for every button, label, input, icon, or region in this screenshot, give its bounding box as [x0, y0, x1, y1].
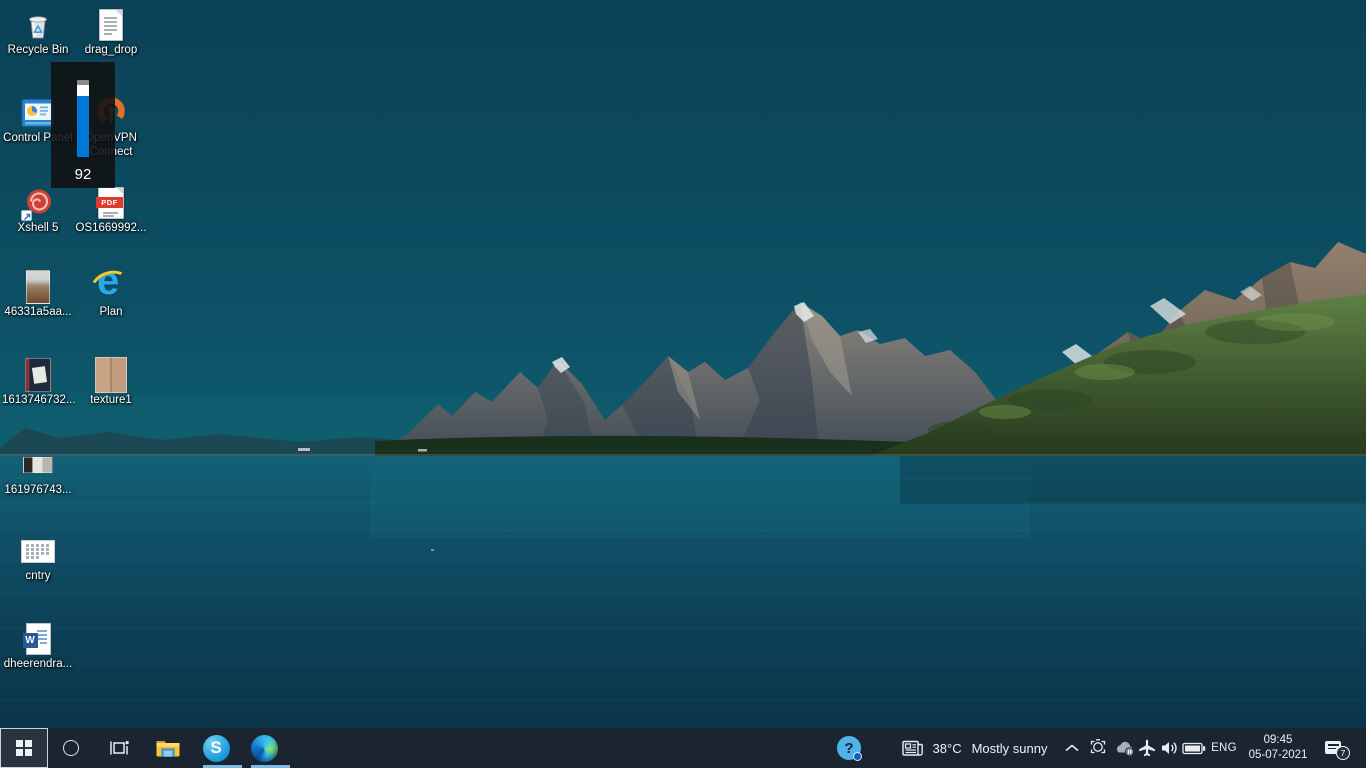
internet-explorer-icon: e	[90, 268, 132, 306]
help-info-badge	[853, 752, 862, 761]
icon-label: cntry	[2, 570, 74, 584]
tray-battery[interactable]	[1181, 728, 1207, 768]
action-center-icon: 7	[1325, 739, 1345, 757]
desktop-icon-drag-drop[interactable]: drag_drop	[73, 6, 149, 58]
desktop: Recycle Bin drag_drop Control P	[0, 0, 1366, 768]
slider-thumb[interactable]	[77, 85, 89, 96]
clock-time: 09:45	[1264, 733, 1293, 748]
desktop-icon-recycle-bin[interactable]: Recycle Bin	[0, 6, 76, 58]
icon-label: Plan	[75, 306, 147, 320]
icon-label: texture1	[75, 394, 147, 408]
desktop-icon-cntry[interactable]: cntry	[0, 532, 76, 584]
xshell-icon	[20, 184, 56, 222]
desktop-icon-image-46331a5aa[interactable]: 46331a5aa...	[0, 268, 76, 320]
icon-label: drag_drop	[75, 44, 147, 58]
desktop-icon-xshell[interactable]: Xshell 5	[0, 184, 76, 236]
news-icon	[901, 739, 925, 758]
photo-thumbnail-icon	[25, 356, 51, 394]
show-hidden-icons-button[interactable]	[1060, 728, 1084, 768]
tray-onedrive-paused[interactable]	[1111, 728, 1137, 768]
recycle-bin-icon	[20, 6, 56, 44]
slider-track-fill	[77, 96, 89, 157]
desktop-icon-pdf-file[interactable]: PDF OS1669992...	[73, 184, 149, 236]
help-icon: ?	[837, 736, 861, 760]
windows-logo-icon	[16, 740, 32, 756]
icon-label: dheerendra...	[2, 658, 74, 672]
shortcut-overlay-icon	[21, 210, 32, 221]
task-view-icon	[109, 738, 129, 758]
skype-button[interactable]: S	[192, 728, 240, 768]
file-explorer-button[interactable]	[144, 728, 192, 768]
desktop-icon-dheerendra[interactable]: W dheerendra...	[0, 620, 76, 672]
onedrive-cloud-icon	[1113, 739, 1136, 757]
volume-slider[interactable]	[77, 80, 89, 157]
edge-icon	[251, 735, 278, 762]
taskbar: S ? 38°C Mostly sunny	[0, 728, 1366, 768]
desktop-icon-image-1613746732[interactable]: 1613746732...	[0, 356, 76, 408]
desktop-icon-texture1[interactable]: texture1	[73, 356, 149, 408]
icon-label: Recycle Bin	[2, 44, 74, 58]
icon-label: Xshell 5	[2, 222, 74, 236]
start-button[interactable]	[0, 728, 48, 768]
pdf-badge: PDF	[96, 197, 123, 208]
ie-orbit	[86, 265, 136, 310]
icon-label: 46331a5aa...	[2, 306, 74, 320]
document-thumbnail-icon	[21, 532, 55, 570]
tray-language-indicator[interactable]: ENG	[1207, 728, 1241, 768]
icon-label: OS1669992...	[75, 222, 147, 236]
airplane-icon	[1137, 738, 1157, 758]
skype-icon: S	[203, 735, 230, 762]
tray-volume[interactable]	[1157, 728, 1181, 768]
word-logo: W	[23, 633, 38, 648]
texture-thumbnail-icon	[95, 356, 127, 394]
notification-count-badge: 7	[1336, 746, 1350, 760]
volume-value: 92	[51, 166, 115, 183]
photo-thumbnail-icon	[23, 446, 53, 484]
language-label: ENG	[1211, 742, 1237, 754]
help-question-mark: ?	[844, 740, 853, 757]
speaker-icon	[1159, 738, 1179, 758]
task-view-button[interactable]	[96, 728, 142, 768]
weather-temperature: 38°C	[933, 741, 962, 756]
tray-capture-icon[interactable]	[1086, 728, 1110, 768]
icon-label: 1613746732...	[2, 394, 74, 408]
pdf-file-icon: PDF	[98, 184, 124, 222]
action-center-button[interactable]: 7	[1318, 728, 1352, 768]
desktop-icon-plan[interactable]: e Plan	[73, 268, 149, 320]
volume-osd-flyout: 92	[51, 62, 115, 188]
cortana-circle-icon	[63, 740, 79, 756]
capture-icon	[1088, 738, 1108, 758]
clock-date: 05-07-2021	[1249, 748, 1308, 763]
icon-label: 161976743...	[2, 484, 74, 498]
file-explorer-icon	[155, 738, 181, 758]
desktop-icon-image-161976743[interactable]: 161976743...	[0, 446, 76, 498]
cortana-search-button[interactable]	[48, 728, 94, 768]
wallpaper-image	[0, 0, 1366, 728]
help-button[interactable]: ?	[834, 728, 864, 768]
chevron-up-icon	[1065, 744, 1079, 752]
tray-airplane-mode[interactable]	[1136, 728, 1158, 768]
word-document-icon: W	[26, 620, 51, 658]
news-and-interests-widget[interactable]: 38°C Mostly sunny	[888, 728, 1060, 768]
text-file-icon	[99, 6, 123, 44]
tray-clock[interactable]: 09:45 05-07-2021	[1243, 728, 1313, 768]
battery-icon	[1182, 742, 1206, 755]
weather-condition: Mostly sunny	[972, 741, 1048, 756]
photo-thumbnail-icon	[26, 268, 50, 306]
edge-button[interactable]	[240, 728, 288, 768]
